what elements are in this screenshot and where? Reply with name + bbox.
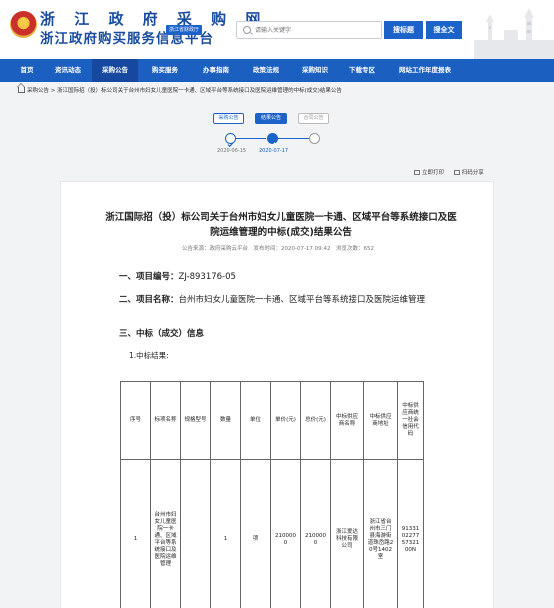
- table-cell: 项: [240, 459, 271, 608]
- check-circle-icon: [225, 133, 236, 148]
- table-header-cell: 总价(元): [300, 381, 331, 460]
- table-cell: 2100000: [300, 459, 331, 608]
- timeline-date: 2020-07-17: [259, 148, 289, 154]
- project-number-value: ZJ-893176-05: [178, 272, 236, 282]
- award-section-heading: 三、中标（成交）信息: [119, 327, 204, 339]
- table-header-cell: 标项名称: [150, 381, 181, 460]
- qrcode-icon: [453, 170, 460, 175]
- timeline-step-procurement[interactable]: 采购公告: [213, 113, 244, 124]
- search-title-button[interactable]: 搜标题: [384, 21, 423, 39]
- nav-item-news[interactable]: 资讯动态: [46, 59, 90, 82]
- project-number: 一、项目编号：ZJ-893176-05: [119, 270, 236, 282]
- project-name: 二、项目名称：台州市妇女儿童医院一卡通、区域平台等系统接口及医院运维管理: [119, 293, 459, 307]
- breadcrumb-text[interactable]: 采购公告 > 浙江国际招（投）标公司关于台州市妇女儿童医院一卡通、区域平台等系统…: [27, 88, 342, 94]
- table-header-row: 序号 标项名称 规格型号 数量 单位 单价(元) 总价(元) 中标供应商名称 中…: [120, 381, 424, 460]
- timeline-step-contract[interactable]: 合同公告: [298, 113, 329, 124]
- article-title: 浙江国际招（投）标公司关于台州市妇女儿童医院一卡通、区域平台等系统接口及医院运维…: [105, 212, 457, 238]
- notice-timeline: 采购公告 结果公告 合同公告 2020-06-15 2020-07-17: [210, 113, 340, 163]
- project-name-value: 台州市妇女儿童医院一卡通、区域平台等系统接口及医院运维管理: [178, 295, 426, 305]
- pagoda-skyline-decoration: [474, 8, 554, 59]
- home-icon[interactable]: [18, 87, 25, 93]
- table-cell: 1: [210, 459, 241, 608]
- printer-icon: [414, 170, 420, 175]
- table-cell: 台州市妇女儿童医院一卡通、区域平台等系统接口及医院运维管理: [150, 459, 181, 608]
- table-header-cell: 规格型号: [180, 381, 211, 460]
- timeline-step-result[interactable]: 结果公告: [255, 113, 287, 124]
- table-header-cell: 中标供应商地址: [363, 381, 398, 460]
- nav-item-policies[interactable]: 政策法规: [242, 59, 290, 82]
- share-label: 扫码分享: [461, 170, 484, 176]
- table-cell: 1: [120, 459, 151, 608]
- project-name-label: 二、项目名称：: [119, 295, 179, 305]
- share-button[interactable]: 扫码分享: [453, 170, 484, 176]
- article-panel: 浙江国际招（投）标公司关于台州市妇女儿童医院一卡通、区域平台等系统接口及医院运维…: [60, 181, 494, 608]
- pending-circle-icon: [309, 133, 320, 144]
- search-input[interactable]: [255, 24, 375, 36]
- table-header-cell: 单价(元): [270, 381, 301, 460]
- nav-item-purchase-services[interactable]: 购买服务: [140, 59, 190, 82]
- project-number-label: 一、项目编号：: [119, 272, 179, 282]
- site-title[interactable]: 浙 江 政 府 采 购 网: [40, 8, 267, 29]
- table-header-cell: 数量: [210, 381, 241, 460]
- table-header-cell: 中标供应商统一社会信用代码: [397, 381, 424, 460]
- table-cell: 91331022775732100N: [397, 459, 424, 608]
- search-fulltext-button[interactable]: 搜全文: [426, 21, 462, 39]
- table-header-cell: 单位: [240, 381, 271, 460]
- article-tools: 立即打印 扫码分享: [414, 168, 484, 176]
- nav-item-guides[interactable]: 办事指南: [192, 59, 240, 82]
- nav-item-knowledge[interactable]: 采购知识: [292, 59, 338, 82]
- print-label: 立即打印: [422, 170, 445, 176]
- nav-item-annual-report[interactable]: 网站工作年度报表: [386, 59, 464, 82]
- award-result-table: 序号 标项名称 规格型号 数量 单位 单价(元) 总价(元) 中标供应商名称 中…: [120, 381, 424, 608]
- nav-item-procurement-notices[interactable]: 采购公告: [92, 59, 138, 82]
- breadcrumb: 采购公告 > 浙江国际招（投）标公司关于台州市妇女儿童医院一卡通、区域平台等系统…: [18, 86, 342, 94]
- check-circle-icon: [267, 133, 278, 148]
- gov-badge[interactable]: 浙江省财政厅: [166, 25, 203, 35]
- timeline-connector: [278, 138, 310, 139]
- national-emblem-logo[interactable]: [10, 11, 37, 38]
- table-cell: [180, 459, 211, 608]
- search-icon: [243, 26, 251, 34]
- search-box: [236, 21, 382, 39]
- table-cell: 浙江省台州市三门县海游街道珠岙路20号1402室: [363, 459, 398, 608]
- table-row: 1 台州市妇女儿童医院一卡通、区域平台等系统接口及医院运维管理 1 项 2100…: [120, 459, 424, 608]
- main-nav: 首页 资讯动态 采购公告 购买服务 办事指南 政策法规 采购知识 下载专区 网站…: [0, 59, 554, 82]
- timeline-connector: [236, 138, 266, 139]
- award-section-label: 三、中标（成交）信息: [119, 329, 205, 339]
- site-header: 浙 江 政 府 采 购 网 浙江政府购买服务信息平台 浙江省财政厅 搜标题 搜全…: [0, 0, 554, 59]
- print-button[interactable]: 立即打印: [414, 170, 444, 176]
- table-header-cell: 序号: [120, 381, 151, 460]
- article-meta: 公告来源：政府采购云平台 发布时间：2020-07-17 09:42 浏览次数：…: [181, 246, 375, 252]
- nav-item-home[interactable]: 首页: [10, 59, 44, 82]
- nav-item-downloads[interactable]: 下载专区: [340, 59, 384, 82]
- timeline-date: 2020-06-15: [217, 148, 247, 154]
- table-cell: 浙江爱达科技有限公司: [330, 459, 364, 608]
- table-header-cell: 中标供应商名称: [330, 381, 364, 460]
- table-cell: 2100000: [270, 459, 301, 608]
- award-result-heading: 1.中标结果:: [129, 351, 169, 360]
